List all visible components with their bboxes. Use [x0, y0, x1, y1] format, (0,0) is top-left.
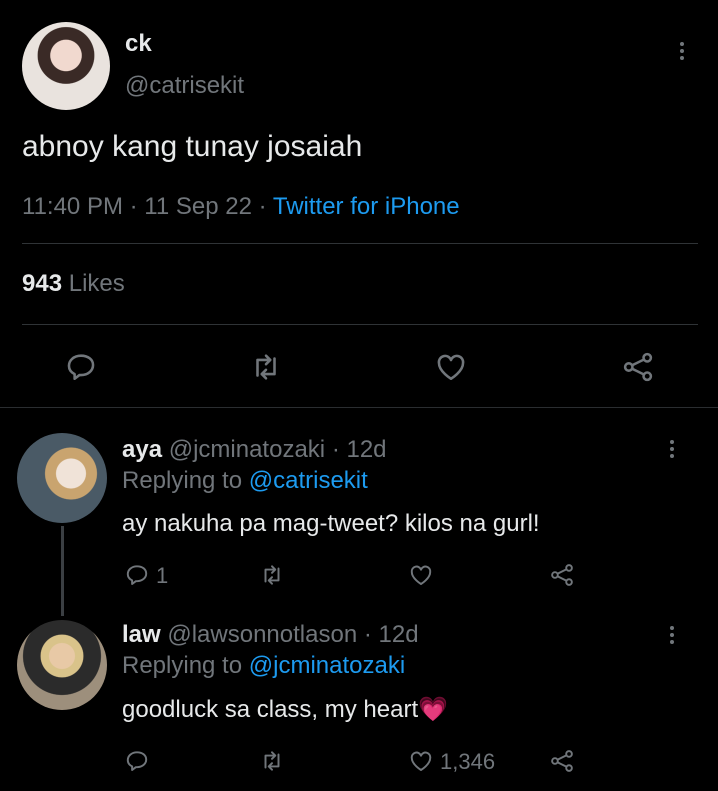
replying-to: Replying to @catrisekit [122, 467, 368, 495]
reply-avatar[interactable] [17, 620, 107, 710]
share-icon[interactable] [620, 350, 656, 384]
heart-icon[interactable] [408, 748, 434, 774]
more-vertical-icon[interactable] [667, 626, 677, 648]
reply-age: · 12d [331, 436, 387, 463]
reply-header: law @lawsonnotlason · 12d [122, 621, 419, 649]
author-name[interactable]: ck [125, 30, 152, 58]
reply-header: aya @jcminatozaki · 12d [122, 436, 387, 464]
replying-to: Replying to @jcminatozaki [122, 652, 405, 680]
author-avatar[interactable] [22, 22, 110, 110]
retweet-icon[interactable] [248, 350, 284, 384]
reply-icon[interactable] [124, 748, 150, 774]
reply-avatar[interactable] [17, 433, 107, 523]
reply-count: 1 [156, 563, 169, 588]
more-vertical-icon[interactable] [667, 440, 677, 462]
reply-icon[interactable] [64, 350, 98, 384]
tweet-text: abnoy kang tunay josaiah [22, 130, 363, 163]
meta-separator: · [258, 193, 267, 220]
reply-author-handle[interactable]: @lawsonnotlason [167, 621, 357, 648]
likes-label: Likes [68, 270, 125, 297]
heart-icon[interactable] [434, 350, 468, 384]
reply-author-handle[interactable]: @jcminatozaki [169, 436, 325, 463]
reply-author-name[interactable]: law [122, 621, 161, 648]
like-count: 1,346 [440, 749, 496, 774]
reply-text: ay nakuha pa mag-tweet? kilos na gurl! [122, 510, 540, 537]
tweet-time: 11:40 PM [22, 193, 123, 220]
tweet-date: 11 Sep 22 [144, 193, 252, 220]
meta-separator: · [129, 193, 138, 220]
likes-count: 943 [22, 270, 63, 297]
reply-icon[interactable] [124, 562, 150, 588]
thread-line [61, 526, 64, 616]
replying-prefix: Replying to [122, 467, 243, 494]
divider [22, 324, 698, 325]
tweet-source-link[interactable]: Twitter for iPhone [273, 193, 460, 220]
reply-author-name[interactable]: aya [122, 436, 162, 463]
likes-summary[interactable]: 943 Likes [22, 270, 125, 298]
replying-to-link[interactable]: @catrisekit [249, 467, 368, 494]
tweet-meta: 11:40 PM · 11 Sep 22 · Twitter for iPhon… [22, 193, 460, 221]
replying-prefix: Replying to [122, 652, 243, 679]
replying-to-link[interactable]: @jcminatozaki [249, 652, 405, 679]
more-vertical-icon[interactable] [677, 42, 687, 64]
reply-age: · 12d [363, 621, 419, 648]
reply-text: goodluck sa class, my heart💗 [122, 696, 449, 723]
divider [22, 243, 698, 244]
share-icon[interactable] [548, 748, 576, 774]
divider [0, 407, 718, 408]
share-icon[interactable] [548, 562, 576, 588]
author-handle[interactable]: @catrisekit [125, 72, 244, 100]
retweet-icon[interactable] [258, 748, 286, 774]
retweet-icon[interactable] [258, 562, 286, 588]
heart-icon[interactable] [408, 562, 434, 588]
